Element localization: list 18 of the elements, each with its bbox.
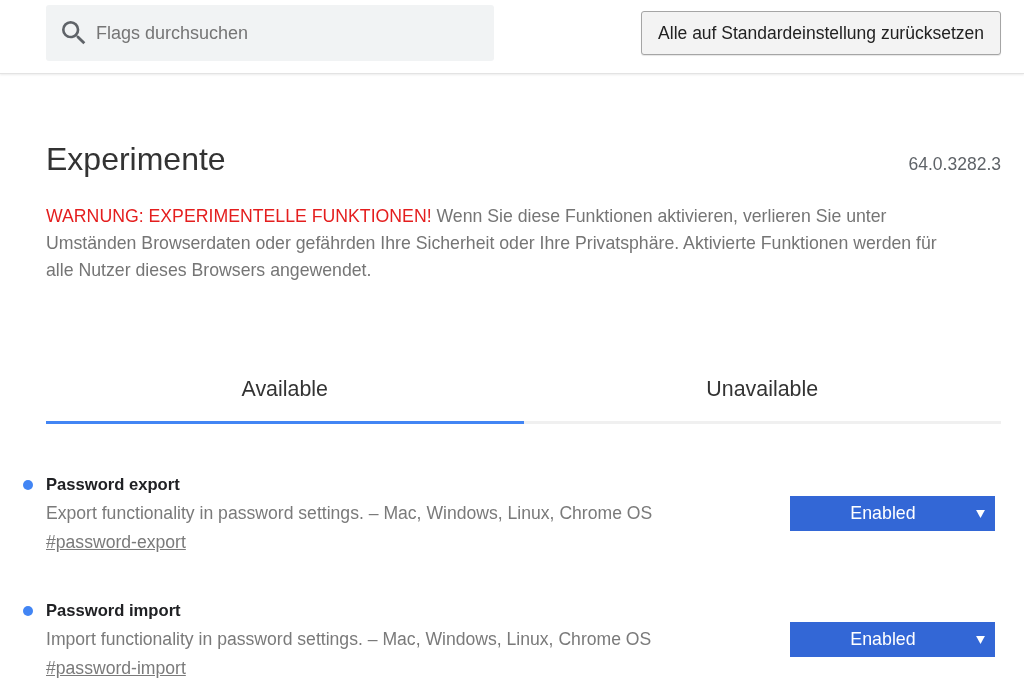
experiment-name: Password import <box>46 600 181 622</box>
caret-icon <box>976 635 985 644</box>
experiment-description: Export functionality in password settings. – Mac, Windows, Linux, Chrome OS <box>46 502 653 525</box>
page-title: Experimente <box>46 140 226 179</box>
experiment-description: Import functionality in password settings. – Mac, Windows, Linux, Chrome OS <box>46 628 652 651</box>
search-field[interactable]: Flags durchsuchen <box>46 5 494 61</box>
reset-all-button[interactable]: Alle auf Standardeinstellung zurücksetzen <box>641 11 1001 55</box>
experiment-link[interactable]: #password-import <box>46 654 186 683</box>
experiment-link[interactable]: #password-export <box>46 528 186 557</box>
tab[interactable]: Available <box>46 358 524 424</box>
caret-icon <box>976 509 985 518</box>
search-icon <box>62 21 86 45</box>
tab[interactable]: Unavailable <box>523 358 1001 424</box>
version-number: 64.0.3282.3 <box>908 153 1001 176</box>
experiment-name: Password export <box>46 474 180 496</box>
state-dropdown[interactable]: Enabled <box>790 496 995 531</box>
state-dropdown[interactable]: Enabled <box>790 622 995 657</box>
warning-text: WARNUNG: EXPERIMENTELLE FUNKTIONEN! Wenn Sie diese Funktionen aktivieren, verlieren Sie unter Umständen Browserdaten oder gefährden Ihre Sicherheit oder Ihre Privatsphäre. Aktivierte Funktionen werden für alle Nutzer dieses Browsers angewendet. <box>46 205 938 282</box>
